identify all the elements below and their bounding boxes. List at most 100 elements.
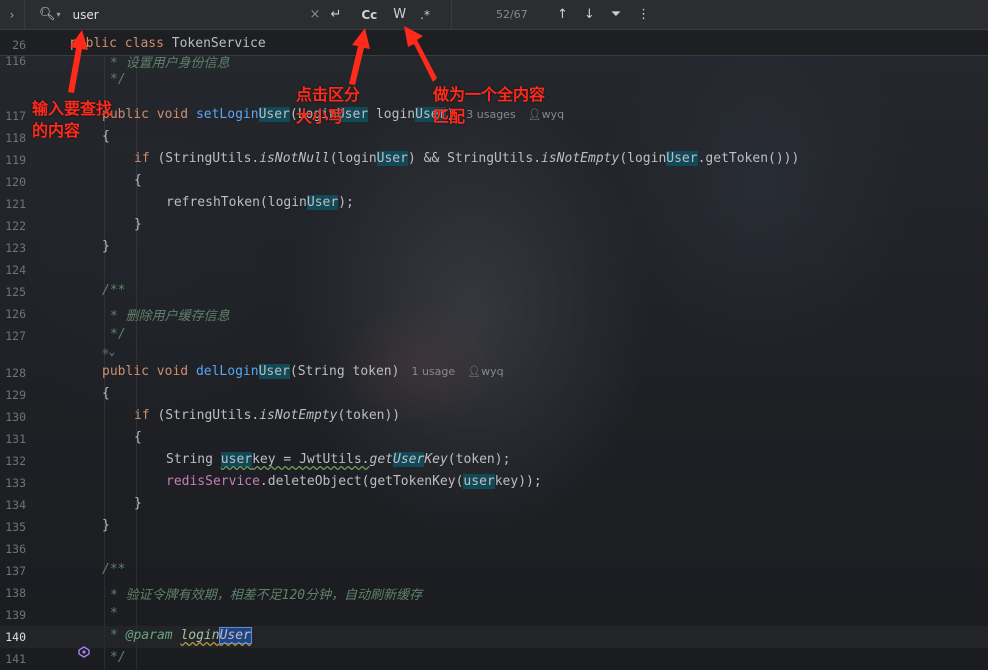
regex-button[interactable]: .*: [415, 8, 435, 22]
current-match: User: [218, 627, 252, 644]
code-line[interactable]: 119 if (StringUtils.isNotNull(loginUser)…: [0, 149, 988, 171]
line-number: 121: [5, 197, 26, 211]
code-line[interactable]: 121 refreshToken(loginUser);: [0, 193, 988, 215]
code-text: if (StringUtils.isNotEmpty(token)): [134, 408, 401, 423]
code-line[interactable]: 138 * 验证令牌有效期，相差不足120分钟，自动刷新缓存: [0, 582, 988, 604]
line-number: 116: [5, 54, 26, 68]
code-line[interactable]: 135 }: [0, 516, 988, 538]
match-case-button[interactable]: Cc: [356, 8, 382, 22]
new-line-icon[interactable]: ↵: [325, 7, 346, 22]
code-line[interactable]: 122 }: [0, 215, 988, 237]
code-line[interactable]: 129 {: [0, 384, 988, 406]
code-text: public class TokenService: [70, 36, 266, 51]
line-number: 129: [5, 388, 26, 402]
line-number: 134: [5, 498, 26, 512]
annotation-word-hint: 做为一个全内容 匹配: [433, 85, 546, 126]
line-number: 140: [5, 630, 26, 644]
code-text: String userkey = JwtUtils.getUserKey(tok…: [166, 452, 511, 467]
code-line[interactable]: 131 {: [0, 428, 988, 450]
code-text: }: [134, 217, 142, 232]
code-line-current[interactable]: 140 * @param loginUser: [0, 626, 988, 658]
implementation-icon[interactable]: ⚛︎⌄: [102, 345, 115, 358]
expand-replace-icon[interactable]: ›: [0, 8, 24, 22]
code-editor[interactable]: 26 public class TokenService 116 * 设置用户身…: [0, 34, 988, 670]
line-number: 118: [5, 131, 26, 145]
usages-hint: 1 usage: [411, 365, 456, 378]
code-text: }: [134, 496, 142, 511]
line-number: 124: [5, 263, 26, 277]
code-line[interactable]: 120 {: [0, 171, 988, 193]
line-number: 126: [5, 307, 26, 321]
code-text: public void delLoginUser(String token) 1 …: [102, 364, 504, 379]
ai-assistant-icon[interactable]: [31, 631, 90, 658]
line-number: 135: [5, 520, 26, 534]
code-comment: * 删除用户缓存信息: [110, 309, 230, 324]
code-line[interactable]: 118 {: [0, 127, 988, 149]
code-text: {: [134, 173, 142, 188]
find-bar: › 🔍︎▾ × ↵ Cc W .* 52/67 ↑ ↓ ⏷ ⋮: [0, 0, 988, 30]
findbar-separator: [24, 0, 25, 30]
code-line[interactable]: 130 if (StringUtils.isNotEmpty(token)): [0, 406, 988, 428]
sticky-header-line[interactable]: 26 public class TokenService: [0, 34, 988, 56]
line-number: 133: [5, 476, 26, 490]
code-line[interactable]: 136: [0, 538, 988, 560]
line-number: 131: [5, 432, 26, 446]
code-line[interactable]: 134 }: [0, 494, 988, 516]
code-line[interactable]: 133 redisService.deleteObject(getTokenKe…: [0, 472, 988, 494]
more-options-icon[interactable]: ⋮: [632, 7, 655, 22]
code-text: {: [134, 430, 142, 445]
code-text: if (StringUtils.isNotNull(loginUser) && …: [134, 151, 800, 166]
user-icon: 👤︎: [467, 365, 482, 378]
line-number: 122: [5, 219, 26, 233]
code-text: }: [102, 518, 110, 533]
code-text: }: [102, 239, 110, 254]
line-number: 141: [5, 652, 26, 666]
code-line[interactable]: 126 * 删除用户缓存信息: [0, 303, 988, 325]
code-line[interactable]: 125 /**: [0, 281, 988, 303]
code-text: redisService.deleteObject(getTokenKey(us…: [166, 474, 542, 489]
code-line[interactable]: 132 String userkey = JwtUtils.getUserKey…: [0, 450, 988, 472]
code-comment: /**: [102, 283, 126, 298]
line-number: 138: [5, 586, 26, 600]
code-comment: */: [110, 327, 126, 342]
search-input[interactable]: [72, 3, 303, 26]
findbar-separator: [450, 0, 452, 30]
code-text: refreshToken(loginUser);: [166, 195, 354, 210]
line-number: 117: [5, 109, 26, 123]
line-number: 136: [5, 542, 26, 556]
code-line[interactable]: 141 */: [0, 648, 988, 670]
line-number: 125: [5, 285, 26, 299]
line-number: 123: [5, 241, 26, 255]
line-number: 130: [5, 410, 26, 424]
code-line[interactable]: 124: [0, 259, 988, 281]
annotation-case-hint: 点击区分 大小写: [296, 85, 361, 126]
match-count: 52/67: [495, 8, 528, 21]
filter-icon[interactable]: ⏷: [606, 7, 626, 22]
code-line[interactable]: 139 *: [0, 604, 988, 626]
code-line[interactable]: 123 }: [0, 237, 988, 259]
chevron-down-icon: ▾: [56, 10, 61, 19]
search-icon: 🔍︎: [39, 7, 56, 22]
code-comment: */: [110, 72, 126, 87]
line-number: 137: [5, 564, 26, 578]
annotation-search-hint: 输入要查找 的内容: [32, 99, 113, 140]
clear-search-button[interactable]: ×: [305, 7, 326, 22]
code-line[interactable]: 128 public void delLoginUser(String toke…: [0, 362, 988, 384]
code-comment: *: [110, 606, 118, 621]
whole-words-button[interactable]: W: [388, 7, 411, 22]
line-number: 119: [5, 153, 26, 167]
author-hint: 👤︎wyq: [467, 365, 504, 378]
code-text: {: [102, 386, 110, 401]
line-number: 128: [5, 366, 26, 380]
code-comment: * 验证令牌有效期，相差不足120分钟，自动刷新缓存: [110, 588, 423, 603]
code-comment: /**: [102, 562, 126, 577]
line-number: 139: [5, 608, 26, 622]
next-match-button[interactable]: ↓: [579, 7, 600, 22]
code-comment: * @param loginUser: [110, 627, 252, 644]
line-number: 132: [5, 454, 26, 468]
line-number: 120: [5, 175, 26, 189]
search-history-button[interactable]: 🔍︎ ▾: [39, 7, 61, 22]
line-number: 127: [5, 329, 26, 343]
code-line[interactable]: 137 /**: [0, 560, 988, 582]
previous-match-button[interactable]: ↑: [552, 7, 573, 22]
